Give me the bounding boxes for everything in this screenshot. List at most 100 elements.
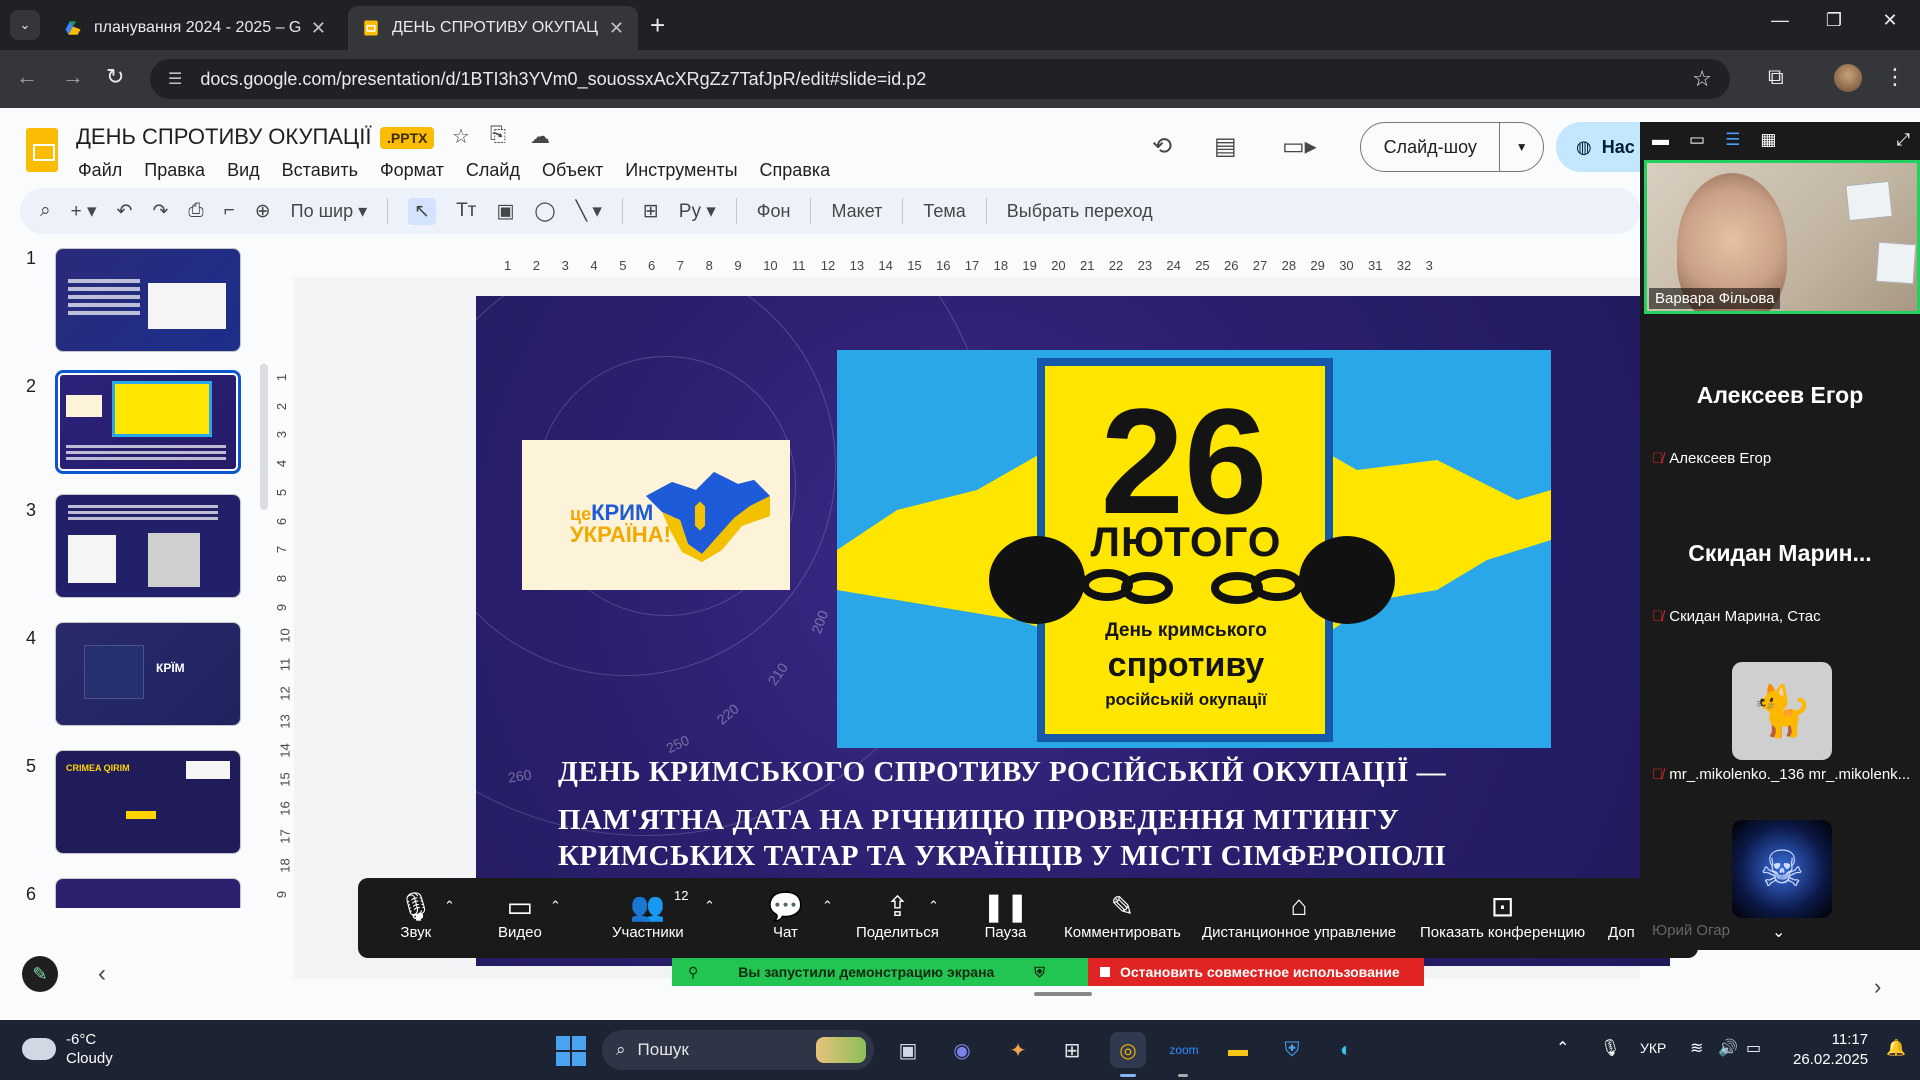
file-explorer-icon[interactable]: ▬ — [1220, 1032, 1256, 1068]
tab-presentation[interactable]: ДЕНЬ СПРОТИВУ ОКУПАЦІЇ.pp ✕ — [348, 6, 638, 50]
edit-pen-icon[interactable]: ✎ — [22, 956, 58, 992]
wifi-icon[interactable]: ≋ — [1690, 1038, 1703, 1058]
slide-thumbnail-6[interactable] — [55, 878, 241, 908]
menu-object[interactable]: Объект — [540, 158, 605, 183]
expand-icon[interactable]: ⤢ — [1896, 130, 1910, 150]
close-icon[interactable]: ✕ — [311, 18, 326, 39]
redo-icon[interactable]: ↷ — [152, 200, 168, 223]
slide-thumbnail-5[interactable]: CRIMEA QIRIM — [55, 750, 241, 854]
menu-tools[interactable]: Инструменты — [623, 158, 739, 183]
slide-thumbnail-1[interactable] — [55, 248, 241, 352]
menu-view[interactable]: Вид — [225, 158, 262, 183]
back-icon[interactable]: ← — [16, 64, 38, 90]
move-folder-icon[interactable]: ⎘ — [490, 124, 506, 147]
meet-camera-icon[interactable]: ▭▸ — [1282, 132, 1317, 161]
new-slide-icon[interactable]: + ▾ — [71, 200, 97, 223]
participant-tile-name[interactable]: Алексеев Егор — [1640, 382, 1920, 409]
transition-button[interactable]: Выбрать переход — [1007, 201, 1153, 222]
comment-add-icon[interactable]: ⊞ — [643, 200, 659, 223]
edge-icon[interactable]: ◐ — [1328, 1032, 1364, 1068]
chevron-right-icon[interactable]: › — [1874, 974, 1881, 1000]
slide-thumbnail-4[interactable]: КРЇМ — [55, 622, 241, 726]
tray-mic-icon[interactable]: 🎙 — [1600, 1038, 1620, 1058]
chevron-up-icon[interactable]: ⌃ — [550, 898, 561, 914]
more-button[interactable]: Доп — [1608, 888, 1635, 941]
document-title[interactable]: ДЕНЬ СПРОТИВУ ОКУПАЦІЇ — [76, 124, 371, 150]
notifications-icon[interactable]: 🔔 — [1886, 1038, 1906, 1058]
theme-button[interactable]: Тема — [923, 201, 965, 222]
strip-view-icon[interactable]: ☰ — [1725, 130, 1740, 150]
participant-tile-name[interactable]: Скидан Марин... — [1640, 540, 1920, 567]
star-icon[interactable]: ☆ — [452, 124, 470, 149]
speaker-view-icon[interactable]: ▭ — [1689, 130, 1705, 150]
tab-planning[interactable]: планування 2024 - 2025 – Goo ✕ — [50, 6, 340, 50]
slide-filmstrip[interactable]: 1 2 3 4 КРЇМ 5 CRIMEA QIRIM 6 — [0, 248, 270, 908]
zoom-icon[interactable]: ⊕ — [255, 200, 271, 223]
zoom-select[interactable]: По шир ▾ — [291, 201, 368, 222]
participant-avatar-cat[interactable]: 🐈 — [1732, 662, 1832, 760]
new-tab-icon[interactable]: + — [650, 10, 665, 41]
text-box-icon[interactable]: Tт — [456, 200, 476, 222]
language-indicator[interactable]: УКР — [1640, 1040, 1666, 1056]
select-tool-icon[interactable]: ↖ — [408, 197, 437, 225]
chevron-down-icon[interactable]: ⌄ — [1772, 922, 1785, 942]
profile-avatar[interactable] — [1834, 64, 1862, 92]
chat-button[interactable]: 💬 Чат — [768, 888, 803, 942]
chevron-up-icon[interactable]: ⌃ — [444, 898, 455, 914]
active-speaker-video[interactable]: Варвара Фільова — [1644, 160, 1920, 314]
menu-edit[interactable]: Правка — [142, 158, 207, 183]
line-icon[interactable]: ╲ ▾ — [576, 200, 602, 223]
close-window-icon[interactable]: ✕ — [1870, 10, 1910, 31]
chevron-up-icon[interactable]: ⌃ — [822, 898, 833, 914]
slide-canvas[interactable]: 200 210 220 250 260 цеКРИМ УКРАЇНА! 26 Л… — [476, 296, 1670, 966]
input-tools-icon[interactable]: Ру ▾ — [679, 200, 716, 223]
chrome-icon[interactable]: ◎ — [1110, 1032, 1146, 1068]
video-button[interactable]: ▭ Видео — [498, 888, 542, 942]
layout-button[interactable]: Макет — [831, 201, 882, 222]
browser-menu-icon[interactable]: ⋮ — [1884, 64, 1906, 90]
tray-expand-icon[interactable]: ⌃ — [1556, 1038, 1569, 1058]
gallery-grid-icon[interactable]: ▦ — [1760, 130, 1776, 150]
minimize-icon[interactable]: — — [1760, 10, 1800, 31]
menu-format[interactable]: Формат — [378, 158, 446, 183]
participants-button[interactable]: 👥 Участники — [612, 888, 684, 942]
slides-logo-icon[interactable] — [26, 128, 58, 172]
undo-icon[interactable]: ↶ — [117, 200, 133, 223]
store-icon[interactable]: ⊞ — [1054, 1032, 1090, 1068]
restore-icon[interactable]: ❐ — [1814, 10, 1854, 31]
pause-share-button[interactable]: ❚❚ Пауза — [982, 888, 1029, 942]
volume-icon[interactable]: 🔊 — [1718, 1038, 1738, 1058]
print-icon[interactable]: ⎙ — [188, 200, 203, 222]
slide-text-line-3[interactable]: КРИМСЬКИХ ТАТАР ТА УКРАЇНЦІВ У МІСТІ СІМ… — [558, 840, 1658, 873]
show-meeting-button[interactable]: ⊡ Показать конференцию — [1420, 888, 1585, 942]
menu-insert[interactable]: Вставить — [280, 158, 360, 183]
site-info-icon[interactable]: ☰ — [168, 69, 182, 89]
slide-text-line-1[interactable]: ДЕНЬ КРИМСЬКОГО СПРОТИВУ РОСІЙСЬКІЙ ОКУП… — [558, 756, 1658, 789]
close-icon[interactable]: ✕ — [609, 18, 624, 39]
share-screen-button[interactable]: ⇪ Поделиться — [856, 888, 939, 942]
comments-icon[interactable]: ▤ — [1214, 132, 1237, 161]
cloud-saved-icon[interactable]: ☁ — [530, 124, 550, 149]
shape-icon[interactable]: ◯ — [534, 200, 555, 223]
participant-avatar-skull[interactable]: ☠ — [1732, 820, 1832, 918]
slide-text-line-2[interactable]: ПАМ'ЯТНА ДАТА НА РІЧНИЦЮ ПРОВЕДЕННЯ МІТИ… — [558, 804, 1658, 837]
paint-format-icon[interactable]: ⌐ — [224, 200, 235, 222]
stop-share-button[interactable]: Остановить совместное использование — [1088, 958, 1424, 986]
tab-search-button[interactable]: ⌄ — [10, 10, 40, 40]
menu-help[interactable]: Справка — [758, 158, 833, 183]
extensions-icon[interactable]: ⧉ — [1768, 64, 1784, 90]
insert-image-icon[interactable]: ▣ — [496, 200, 514, 223]
remote-control-button[interactable]: ⌂ Дистанционное управление — [1202, 888, 1396, 941]
background-button[interactable]: Фон — [757, 201, 791, 222]
chevron-down-icon[interactable]: ▼ — [1499, 123, 1543, 171]
slide-thumbnail-3[interactable] — [55, 494, 241, 598]
zoom-app-icon[interactable]: zoom — [1166, 1032, 1202, 1068]
teams-icon[interactable]: ◉ — [944, 1032, 980, 1068]
pin-icon[interactable]: ⚲ — [688, 964, 698, 981]
version-history-icon[interactable]: ⟲ — [1152, 132, 1172, 161]
security-shield-icon[interactable]: ⛨ — [1274, 1032, 1310, 1068]
annotate-button[interactable]: ✎ Комментировать — [1064, 888, 1181, 942]
crimea-ukraine-logo[interactable]: цеКРИМ УКРАЇНА! — [522, 440, 790, 590]
copilot-icon[interactable]: ✦ — [1000, 1032, 1036, 1068]
system-clock[interactable]: 11:17 26.02.2025 — [1793, 1030, 1868, 1070]
